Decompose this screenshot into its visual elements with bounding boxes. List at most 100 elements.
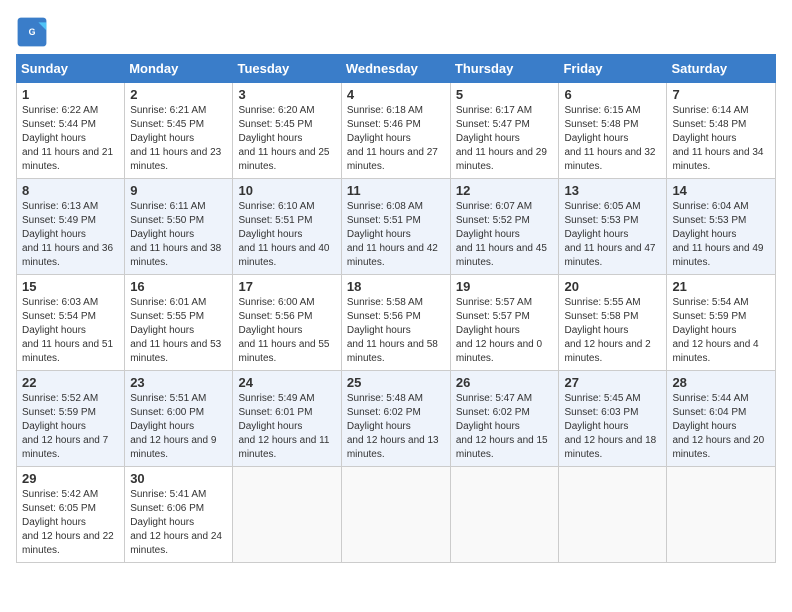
day-info: Sunrise: 6:14 AMSunset: 5:48 PMDaylight … (672, 105, 763, 172)
calendar-cell: 30 Sunrise: 5:41 AMSunset: 6:06 PMDaylig… (125, 467, 233, 563)
calendar-cell: 11 Sunrise: 6:08 AMSunset: 5:51 PMDaylig… (341, 179, 450, 275)
day-info: Sunrise: 6:01 AMSunset: 5:55 PMDaylight … (130, 297, 221, 364)
calendar-week-row: 1 Sunrise: 6:22 AMSunset: 5:44 PMDayligh… (17, 83, 776, 179)
calendar-week-row: 8 Sunrise: 6:13 AMSunset: 5:49 PMDayligh… (17, 179, 776, 275)
day-number: 21 (672, 279, 770, 294)
calendar-cell: 25 Sunrise: 5:48 AMSunset: 6:02 PMDaylig… (341, 371, 450, 467)
calendar-cell (233, 467, 341, 563)
day-number: 30 (130, 471, 227, 486)
calendar-cell: 6 Sunrise: 6:15 AMSunset: 5:48 PMDayligh… (559, 83, 667, 179)
day-info: Sunrise: 5:49 AMSunset: 6:01 PMDaylight … (238, 393, 329, 460)
day-info: Sunrise: 6:20 AMSunset: 5:45 PMDaylight … (238, 105, 329, 172)
day-info: Sunrise: 6:00 AMSunset: 5:56 PMDaylight … (238, 297, 329, 364)
day-info: Sunrise: 5:48 AMSunset: 6:02 PMDaylight … (347, 393, 439, 460)
day-info: Sunrise: 5:42 AMSunset: 6:05 PMDaylight … (22, 489, 114, 556)
day-info: Sunrise: 6:03 AMSunset: 5:54 PMDaylight … (22, 297, 113, 364)
day-info: Sunrise: 5:54 AMSunset: 5:59 PMDaylight … (672, 297, 758, 364)
calendar-week-row: 15 Sunrise: 6:03 AMSunset: 5:54 PMDaylig… (17, 275, 776, 371)
calendar-week-row: 22 Sunrise: 5:52 AMSunset: 5:59 PMDaylig… (17, 371, 776, 467)
day-info: Sunrise: 5:47 AMSunset: 6:02 PMDaylight … (456, 393, 548, 460)
day-info: Sunrise: 5:55 AMSunset: 5:58 PMDaylight … (564, 297, 650, 364)
calendar-cell: 12 Sunrise: 6:07 AMSunset: 5:52 PMDaylig… (450, 179, 559, 275)
day-number: 25 (347, 375, 445, 390)
day-number: 20 (564, 279, 661, 294)
page-header: G (16, 16, 776, 48)
calendar-header-row: SundayMondayTuesdayWednesdayThursdayFrid… (17, 55, 776, 83)
calendar-cell: 14 Sunrise: 6:04 AMSunset: 5:53 PMDaylig… (667, 179, 776, 275)
day-number: 22 (22, 375, 119, 390)
calendar-cell: 8 Sunrise: 6:13 AMSunset: 5:49 PMDayligh… (17, 179, 125, 275)
calendar-cell: 24 Sunrise: 5:49 AMSunset: 6:01 PMDaylig… (233, 371, 341, 467)
svg-text:G: G (29, 27, 36, 37)
calendar-cell (341, 467, 450, 563)
weekday-header: Wednesday (341, 55, 450, 83)
day-number: 3 (238, 87, 335, 102)
day-number: 24 (238, 375, 335, 390)
day-info: Sunrise: 6:22 AMSunset: 5:44 PMDaylight … (22, 105, 113, 172)
day-number: 2 (130, 87, 227, 102)
calendar-cell: 21 Sunrise: 5:54 AMSunset: 5:59 PMDaylig… (667, 275, 776, 371)
day-number: 13 (564, 183, 661, 198)
day-number: 14 (672, 183, 770, 198)
weekday-header: Tuesday (233, 55, 341, 83)
day-info: Sunrise: 5:57 AMSunset: 5:57 PMDaylight … (456, 297, 542, 364)
calendar-cell: 20 Sunrise: 5:55 AMSunset: 5:58 PMDaylig… (559, 275, 667, 371)
day-info: Sunrise: 6:07 AMSunset: 5:52 PMDaylight … (456, 201, 547, 268)
calendar-cell: 19 Sunrise: 5:57 AMSunset: 5:57 PMDaylig… (450, 275, 559, 371)
day-info: Sunrise: 5:52 AMSunset: 5:59 PMDaylight … (22, 393, 108, 460)
logo-icon: G (16, 16, 48, 48)
calendar-cell (450, 467, 559, 563)
day-info: Sunrise: 6:04 AMSunset: 5:53 PMDaylight … (672, 201, 763, 268)
day-number: 7 (672, 87, 770, 102)
day-number: 9 (130, 183, 227, 198)
day-number: 23 (130, 375, 227, 390)
weekday-header: Friday (559, 55, 667, 83)
day-info: Sunrise: 6:08 AMSunset: 5:51 PMDaylight … (347, 201, 438, 268)
calendar-cell: 15 Sunrise: 6:03 AMSunset: 5:54 PMDaylig… (17, 275, 125, 371)
day-info: Sunrise: 5:41 AMSunset: 6:06 PMDaylight … (130, 489, 222, 556)
calendar-cell: 3 Sunrise: 6:20 AMSunset: 5:45 PMDayligh… (233, 83, 341, 179)
calendar-cell: 10 Sunrise: 6:10 AMSunset: 5:51 PMDaylig… (233, 179, 341, 275)
day-info: Sunrise: 5:45 AMSunset: 6:03 PMDaylight … (564, 393, 656, 460)
calendar-cell: 26 Sunrise: 5:47 AMSunset: 6:02 PMDaylig… (450, 371, 559, 467)
day-number: 8 (22, 183, 119, 198)
calendar-cell (559, 467, 667, 563)
day-number: 11 (347, 183, 445, 198)
day-info: Sunrise: 6:15 AMSunset: 5:48 PMDaylight … (564, 105, 655, 172)
calendar-cell: 16 Sunrise: 6:01 AMSunset: 5:55 PMDaylig… (125, 275, 233, 371)
calendar-cell: 22 Sunrise: 5:52 AMSunset: 5:59 PMDaylig… (17, 371, 125, 467)
day-info: Sunrise: 5:44 AMSunset: 6:04 PMDaylight … (672, 393, 764, 460)
day-number: 5 (456, 87, 554, 102)
calendar-cell: 18 Sunrise: 5:58 AMSunset: 5:56 PMDaylig… (341, 275, 450, 371)
day-number: 29 (22, 471, 119, 486)
day-number: 4 (347, 87, 445, 102)
day-number: 18 (347, 279, 445, 294)
day-number: 1 (22, 87, 119, 102)
calendar-week-row: 29 Sunrise: 5:42 AMSunset: 6:05 PMDaylig… (17, 467, 776, 563)
day-number: 28 (672, 375, 770, 390)
weekday-header: Sunday (17, 55, 125, 83)
day-number: 17 (238, 279, 335, 294)
day-number: 26 (456, 375, 554, 390)
day-number: 16 (130, 279, 227, 294)
day-info: Sunrise: 6:13 AMSunset: 5:49 PMDaylight … (22, 201, 113, 268)
day-info: Sunrise: 6:18 AMSunset: 5:46 PMDaylight … (347, 105, 438, 172)
day-number: 6 (564, 87, 661, 102)
calendar-cell: 29 Sunrise: 5:42 AMSunset: 6:05 PMDaylig… (17, 467, 125, 563)
day-info: Sunrise: 6:10 AMSunset: 5:51 PMDaylight … (238, 201, 329, 268)
day-number: 15 (22, 279, 119, 294)
day-info: Sunrise: 6:21 AMSunset: 5:45 PMDaylight … (130, 105, 221, 172)
logo: G (16, 16, 52, 48)
calendar-cell: 23 Sunrise: 5:51 AMSunset: 6:00 PMDaylig… (125, 371, 233, 467)
day-info: Sunrise: 6:05 AMSunset: 5:53 PMDaylight … (564, 201, 655, 268)
day-number: 19 (456, 279, 554, 294)
day-info: Sunrise: 5:58 AMSunset: 5:56 PMDaylight … (347, 297, 438, 364)
day-info: Sunrise: 5:51 AMSunset: 6:00 PMDaylight … (130, 393, 216, 460)
calendar-cell: 17 Sunrise: 6:00 AMSunset: 5:56 PMDaylig… (233, 275, 341, 371)
day-info: Sunrise: 6:17 AMSunset: 5:47 PMDaylight … (456, 105, 547, 172)
calendar-cell: 13 Sunrise: 6:05 AMSunset: 5:53 PMDaylig… (559, 179, 667, 275)
calendar-table: SundayMondayTuesdayWednesdayThursdayFrid… (16, 54, 776, 563)
day-info: Sunrise: 6:11 AMSunset: 5:50 PMDaylight … (130, 201, 221, 268)
calendar-cell: 1 Sunrise: 6:22 AMSunset: 5:44 PMDayligh… (17, 83, 125, 179)
calendar-cell: 7 Sunrise: 6:14 AMSunset: 5:48 PMDayligh… (667, 83, 776, 179)
